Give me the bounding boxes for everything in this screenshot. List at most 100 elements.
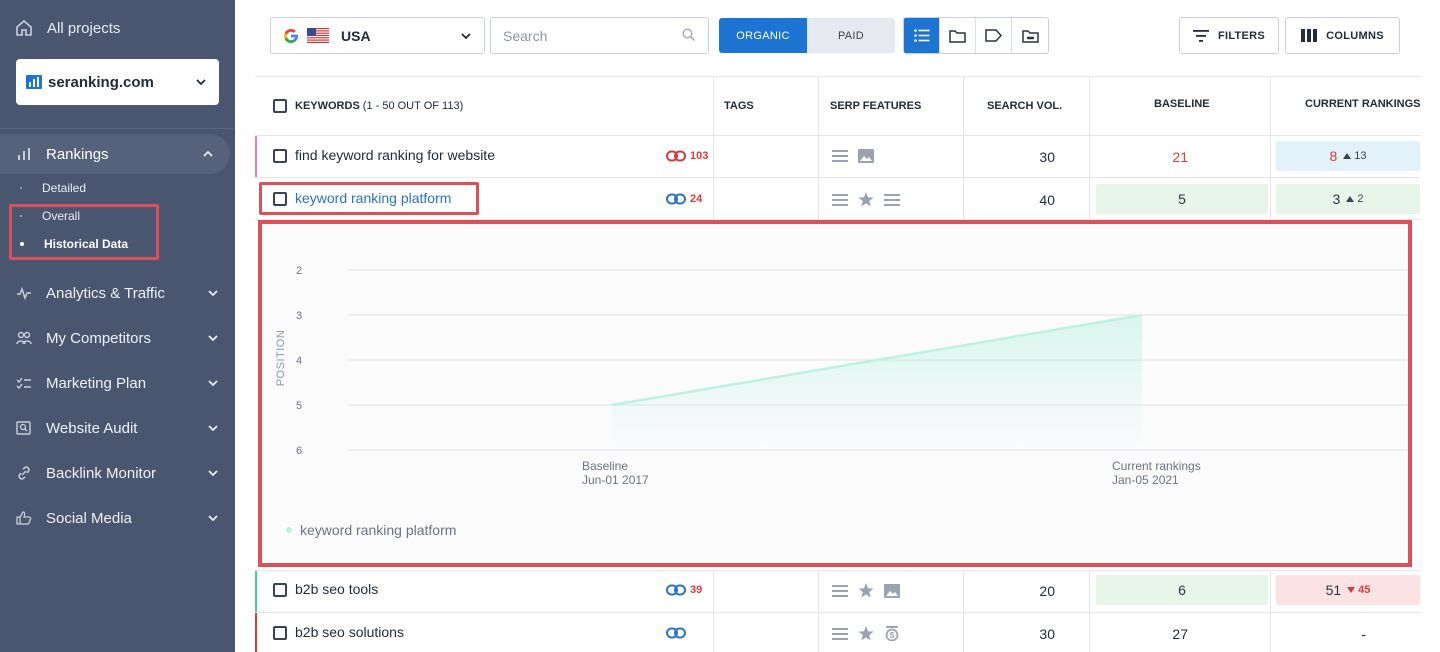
highlight-box <box>259 182 479 215</box>
view-switcher <box>903 17 1049 54</box>
link-folder-view-button[interactable] <box>1012 18 1048 53</box>
tags-header[interactable]: TAGS <box>724 76 754 136</box>
highlight-box <box>9 204 159 260</box>
search-input[interactable] <box>490 17 709 54</box>
list-view-button[interactable] <box>904 18 940 53</box>
columns-label: COLUMNS <box>1326 29 1384 42</box>
x-tick-label: Current rankings <box>1112 459 1201 473</box>
column-divider <box>1089 76 1090 220</box>
baseline-value: 6 <box>1178 582 1186 598</box>
y-axis-label: POSITION <box>275 330 287 387</box>
filter-icon <box>1192 29 1209 42</box>
home-icon <box>16 19 32 36</box>
sidebar-item-rankings[interactable]: Rankings <box>0 134 230 174</box>
keywords-header-label: KEYWORDS <box>295 100 360 112</box>
backlinks-badge[interactable] <box>666 627 686 639</box>
chart-legend[interactable]: keyword ranking platform <box>286 522 456 538</box>
select-all-checkbox[interactable] <box>273 99 287 113</box>
bullet-icon <box>20 187 22 189</box>
chevron-down-icon <box>461 32 471 39</box>
up-arrow-icon <box>1343 153 1352 159</box>
link-icon <box>666 627 686 639</box>
country-select[interactable]: USA <box>270 17 485 54</box>
list-icon <box>913 29 929 42</box>
keyword-text[interactable]: find keyword ranking for website <box>295 147 495 163</box>
column-divider <box>713 570 714 652</box>
row-color-marker <box>255 571 257 612</box>
y-tick-label: 6 <box>296 445 302 457</box>
folder-view-button[interactable] <box>940 18 976 53</box>
column-divider <box>963 570 964 652</box>
series-area <box>612 315 1142 450</box>
sidebar-sub-detailed[interactable]: Detailed <box>20 181 86 195</box>
us-flag-icon <box>307 28 329 43</box>
position-chart-svg: 2 3 4 5 6 POSITION BaselineJun-01 2017 Curren… <box>275 265 1408 487</box>
row-checkbox[interactable] <box>273 583 287 597</box>
columns-icon <box>1301 29 1318 42</box>
sidebar: All projects seranking.com Rankings Deta… <box>0 0 235 652</box>
sidebar-item-marketing-plan[interactable]: Marketing Plan <box>16 372 219 394</box>
current-rank-cell: 8 13 <box>1276 141 1420 171</box>
sidebar-item-label: Rankings <box>46 145 109 163</box>
image-icon <box>884 583 900 598</box>
sidebar-item-social-media[interactable]: Social Media <box>16 507 219 529</box>
backlinks-count: 39 <box>690 584 703 596</box>
search-volume-header[interactable]: SEARCH VOL. <box>987 76 1062 136</box>
current-rank-cell: 3 2 <box>1276 184 1420 214</box>
sidebar-item-competitors[interactable]: My Competitors <box>16 327 219 349</box>
position-history-chart: 2 3 4 5 6 POSITION Baseline Jun-01 2017 Curren… <box>258 220 1412 567</box>
thumbs-up-icon <box>16 511 32 525</box>
paid-tab[interactable]: PAID <box>807 18 895 53</box>
baseline-cell: 5 <box>1096 184 1268 214</box>
keyword-text[interactable]: b2b seo tools <box>295 581 378 597</box>
paid-ad-icon: $ <box>885 626 899 641</box>
baseline-header[interactable]: BASELINE <box>1154 74 1210 134</box>
current-rankings-header[interactable]: CURRENT RANKINGS <box>1305 74 1421 134</box>
y-tick-label: 5 <box>296 400 302 412</box>
legend-label: keyword ranking platform <box>300 522 457 538</box>
svg-text:$: $ <box>890 631 895 640</box>
chevron-down-icon <box>208 290 218 297</box>
sidebar-item-label: My Competitors <box>46 329 152 347</box>
filters-button[interactable]: FILTERS <box>1179 17 1279 54</box>
serp-features <box>832 583 900 598</box>
backlinks-badge[interactable]: 103 <box>666 150 708 162</box>
link-folder-icon <box>1021 29 1039 43</box>
rank-change: 45 <box>1347 584 1370 596</box>
search-volume: 30 <box>1039 626 1055 642</box>
row-checkbox[interactable] <box>273 626 287 640</box>
baseline-value: 21 <box>1172 149 1188 165</box>
row-divider <box>255 570 1420 571</box>
column-divider <box>963 76 964 220</box>
all-projects-link[interactable]: All projects <box>15 17 120 39</box>
baseline-value: 27 <box>1172 626 1188 642</box>
search-volume: 40 <box>1039 192 1055 208</box>
keywords-header[interactable]: KEYWORDS (1 - 50 OUT OF 113) <box>295 76 463 136</box>
current-rank-value: 51 <box>1325 582 1342 598</box>
sidebar-item-analytics[interactable]: Analytics & Traffic <box>16 282 219 304</box>
sidebar-item-website-audit[interactable]: Website Audit <box>16 417 219 439</box>
backlinks-badge[interactable]: 39 <box>666 584 702 596</box>
sidebar-item-label: Marketing Plan <box>46 374 147 392</box>
keyword-text[interactable]: b2b seo solutions <box>295 624 404 640</box>
row-checkbox[interactable] <box>273 149 287 163</box>
columns-button[interactable]: COLUMNS <box>1285 17 1400 54</box>
tag-icon <box>985 29 1002 42</box>
row-divider <box>255 612 1420 613</box>
text-result-icon <box>832 627 848 640</box>
link-icon <box>666 150 686 162</box>
row-color-marker <box>255 613 257 652</box>
organic-tab[interactable]: ORGANIC <box>719 18 807 53</box>
project-select[interactable]: seranking.com <box>16 59 219 105</box>
sidebar-sub-label: Detailed <box>42 181 87 195</box>
sidebar-item-label: Analytics & Traffic <box>46 284 165 302</box>
tag-view-button[interactable] <box>976 18 1012 53</box>
sidebar-item-backlink-monitor[interactable]: Backlink Monitor <box>16 462 219 484</box>
keywords-count: (1 - 50 OUT OF 113) <box>362 100 464 112</box>
backlinks-badge[interactable]: 24 <box>666 193 702 205</box>
chevron-down-icon <box>208 380 218 387</box>
sidebar-item-label: Social Media <box>46 509 132 527</box>
sidebar-item-label: Backlink Monitor <box>46 464 157 482</box>
serp-features-header[interactable]: SERP FEATURES <box>830 76 921 136</box>
image-icon <box>858 149 874 163</box>
